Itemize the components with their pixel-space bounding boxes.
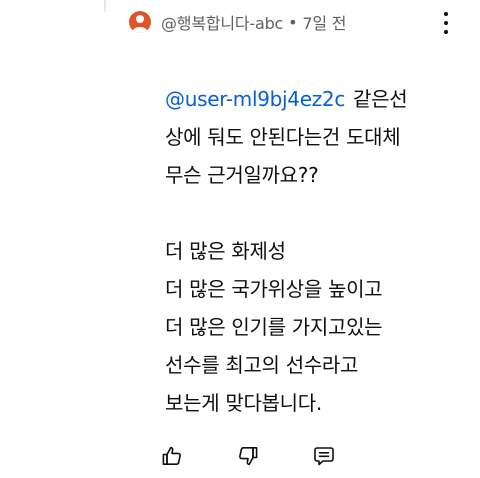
comment-line: 더 많은 국가위상을 높이고 bbox=[165, 277, 383, 301]
avatar-icon[interactable] bbox=[129, 11, 151, 33]
mention-link[interactable]: @user-ml9bj4ez2c bbox=[165, 87, 345, 111]
comment-line: 보는게 맞다봅니다. bbox=[165, 391, 322, 415]
comment-text: @user-ml9bj4ez2c 같은선 상에 둬도 안된다는건 도대체 무슨 근… bbox=[165, 80, 465, 422]
comment-meta: @행복합니다-abc • 7일 전 bbox=[161, 10, 346, 34]
meta-separator: • bbox=[288, 12, 298, 32]
like-button[interactable] bbox=[158, 442, 186, 470]
dislike-button[interactable] bbox=[234, 442, 262, 470]
comment-line: 더 많은 화제성 bbox=[165, 239, 286, 263]
comment-line: @user-ml9bj4ez2c 같은선 bbox=[165, 87, 408, 111]
comment-line: 더 많은 인기를 가지고있는 bbox=[165, 315, 383, 339]
comment-blank-line bbox=[165, 194, 465, 232]
more-vert-icon[interactable] bbox=[442, 12, 450, 34]
reply-button[interactable] bbox=[310, 442, 338, 470]
comment-actions bbox=[158, 442, 338, 470]
thumb-down-icon bbox=[239, 447, 258, 466]
comment-line: 상에 둬도 안된다는건 도대체 bbox=[165, 125, 401, 149]
reply-icon bbox=[314, 447, 334, 466]
comment-line: 선수를 최고의 선수라고 bbox=[165, 353, 359, 377]
author-name[interactable]: @행복합니다-abc bbox=[161, 10, 283, 34]
thumb-up-icon bbox=[162, 446, 181, 465]
comment-header: @행복합니다-abc • 7일 전 bbox=[129, 8, 346, 36]
thread-line bbox=[104, 0, 106, 12]
comment-line: 무슨 근거일까요?? bbox=[165, 163, 319, 187]
comment-timestamp[interactable]: 7일 전 bbox=[302, 10, 346, 34]
